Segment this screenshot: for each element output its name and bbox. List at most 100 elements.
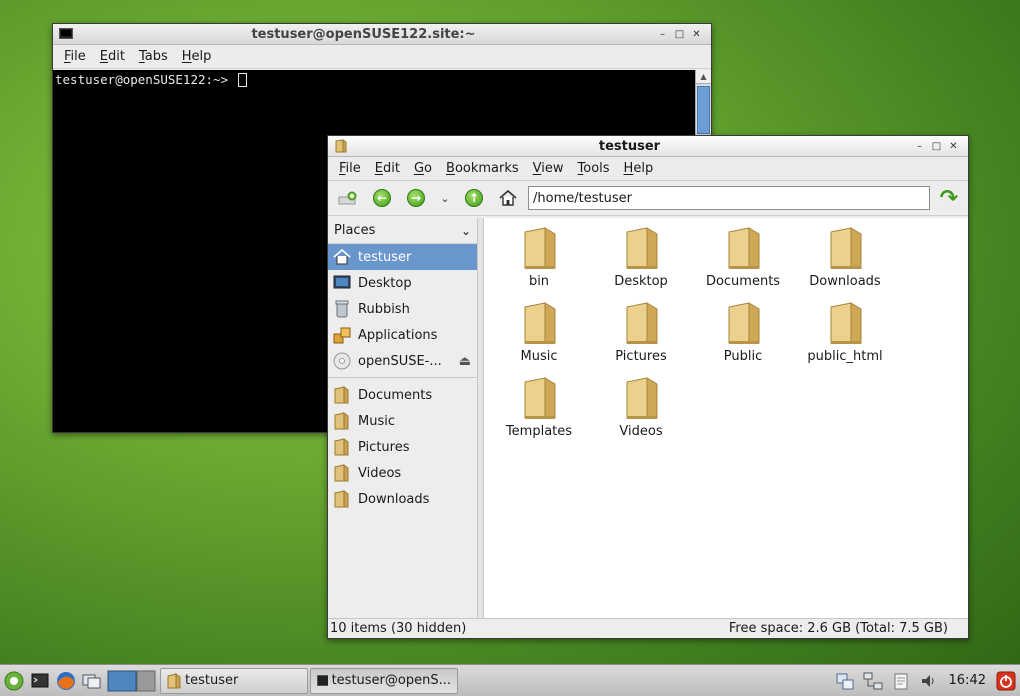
sidebar: Places ⌄ testuser Desktop Rubbish Applic…	[328, 218, 478, 618]
desktop-icon	[332, 273, 352, 293]
forward-button[interactable]: →	[402, 185, 430, 211]
clipboard-icon[interactable]	[889, 669, 913, 693]
file-item-bin[interactable]: bin	[488, 224, 590, 289]
close-button[interactable]: ✕	[688, 29, 705, 40]
home-icon	[332, 247, 352, 267]
network-status-icon[interactable]	[861, 669, 885, 693]
home-button[interactable]	[494, 185, 522, 211]
task-button-file-manager[interactable]: testuser	[160, 667, 308, 694]
sidebar-item-desktop[interactable]: Desktop	[328, 270, 477, 296]
menu-edit[interactable]: Edit	[368, 161, 407, 176]
menu-tools[interactable]: Tools	[571, 161, 617, 176]
menu-view[interactable]: View	[526, 161, 571, 176]
history-dropdown-button[interactable]: ⌄	[436, 185, 454, 211]
scroll-up-icon[interactable]: ▲	[696, 70, 711, 84]
volume-icon[interactable]	[917, 669, 941, 693]
arrow-up-icon: ↑	[465, 189, 483, 207]
menu-tabs[interactable]: Tabs	[132, 49, 175, 64]
task-button-terminal[interactable]: testuser@openS...	[310, 667, 458, 694]
file-grid[interactable]: bin Desktop Documents Downloads Music Pi…	[484, 218, 968, 618]
eject-icon[interactable]: ⏏	[459, 354, 471, 369]
places-header[interactable]: Places ⌄	[328, 218, 477, 244]
sidebar-item-pictures[interactable]: Pictures	[328, 434, 477, 460]
sidebar-item-videos[interactable]: Videos	[328, 460, 477, 486]
menu-help[interactable]: Help	[175, 49, 219, 64]
maximize-button[interactable]: □	[671, 29, 688, 40]
sidebar-item-label: Desktop	[358, 275, 412, 291]
file-item-downloads[interactable]: Downloads	[794, 224, 896, 289]
menu-file[interactable]: File	[57, 49, 93, 64]
folder-icon	[524, 377, 556, 419]
file-item-documents[interactable]: Documents	[692, 224, 794, 289]
sidebar-item-label: testuser	[358, 249, 412, 265]
go-button[interactable]: ↷	[936, 185, 962, 211]
sidebar-item-label: Rubbish	[358, 301, 410, 317]
terminal-icon	[317, 674, 328, 686]
folder-icon	[626, 302, 658, 344]
file-item-templates[interactable]: Templates	[488, 374, 590, 439]
maximize-button[interactable]: □	[928, 141, 945, 152]
file-item-videos[interactable]: Videos	[590, 374, 692, 439]
go-arrow-icon: ↷	[939, 185, 959, 211]
sidebar-item-music[interactable]: Music	[328, 408, 477, 434]
sidebar-item-label: openSUSE-...	[358, 353, 442, 369]
sidebar-item-downloads[interactable]: Downloads	[328, 486, 477, 512]
file-label: Music	[520, 349, 558, 364]
file-manager-title: testuser	[598, 138, 661, 154]
system-tray: 16:42	[833, 669, 1018, 693]
menu-edit[interactable]: Edit	[93, 49, 132, 64]
minimize-button[interactable]: –	[654, 29, 671, 40]
network-manager-icon[interactable]	[833, 669, 857, 693]
new-tab-button[interactable]	[334, 185, 362, 211]
sidebar-item-documents[interactable]: Documents	[328, 382, 477, 408]
menu-bookmarks[interactable]: Bookmarks	[439, 161, 526, 176]
folder-icon	[728, 227, 760, 269]
terminal-cursor	[237, 73, 247, 87]
file-item-public-html[interactable]: public_html	[794, 299, 896, 364]
folder-icon	[626, 377, 658, 419]
power-button[interactable]	[994, 669, 1018, 693]
menu-go[interactable]: Go	[407, 161, 439, 176]
disc-icon	[332, 351, 352, 371]
sidebar-item-label: Downloads	[358, 491, 430, 507]
task-label: testuser@openS...	[331, 673, 451, 688]
folder-icon	[626, 227, 658, 269]
file-item-desktop[interactable]: Desktop	[590, 224, 692, 289]
status-bar: 10 items (30 hidden) Free space: 2.6 GB …	[328, 618, 968, 638]
folder-icon	[332, 463, 352, 483]
file-manager-window[interactable]: testuser – □ ✕ File Edit Go Bookmarks Vi…	[327, 135, 969, 639]
start-menu-button[interactable]	[2, 669, 26, 693]
minimize-button[interactable]: –	[911, 141, 928, 152]
menu-help[interactable]: Help	[617, 161, 661, 176]
sidebar-item-applications[interactable]: Applications	[328, 322, 477, 348]
file-manager-launcher[interactable]	[80, 669, 104, 693]
address-input[interactable]: /home/testuser	[528, 186, 930, 210]
menu-file[interactable]: File	[332, 161, 368, 176]
terminal-icon	[59, 27, 73, 41]
terminal-prompt: testuser@openSUSE122:~>	[55, 72, 229, 87]
file-label: Downloads	[809, 274, 881, 289]
folder-icon	[167, 672, 181, 688]
power-icon	[996, 671, 1016, 690]
close-button[interactable]: ✕	[945, 141, 962, 152]
terminal-menubar: File Edit Tabs Help	[53, 45, 711, 69]
clock[interactable]: 16:42	[945, 673, 990, 688]
sidebar-item-rubbish[interactable]: Rubbish	[328, 296, 477, 322]
file-manager-titlebar[interactable]: testuser – □ ✕	[328, 136, 968, 157]
terminal-titlebar[interactable]: testuser@openSUSE122.site:~ – □ ✕	[53, 24, 711, 45]
firefox-launcher[interactable]	[54, 669, 78, 693]
show-desktop-button[interactable]	[28, 669, 52, 693]
status-item-count: 10 items (30 hidden)	[330, 621, 467, 636]
back-button[interactable]: ←	[368, 185, 396, 211]
scrollbar-thumb[interactable]	[697, 86, 710, 134]
file-item-music[interactable]: Music	[488, 299, 590, 364]
sidebar-separator	[328, 374, 477, 378]
applications-icon	[332, 325, 352, 345]
file-item-pictures[interactable]: Pictures	[590, 299, 692, 364]
sidebar-item-home[interactable]: testuser	[328, 244, 477, 270]
up-button[interactable]: ↑	[460, 185, 488, 211]
workspace-switcher[interactable]	[106, 669, 158, 693]
sidebar-item-opensuse-disc[interactable]: openSUSE-... ⏏	[328, 348, 477, 374]
file-label: Pictures	[615, 349, 667, 364]
file-item-public[interactable]: Public	[692, 299, 794, 364]
